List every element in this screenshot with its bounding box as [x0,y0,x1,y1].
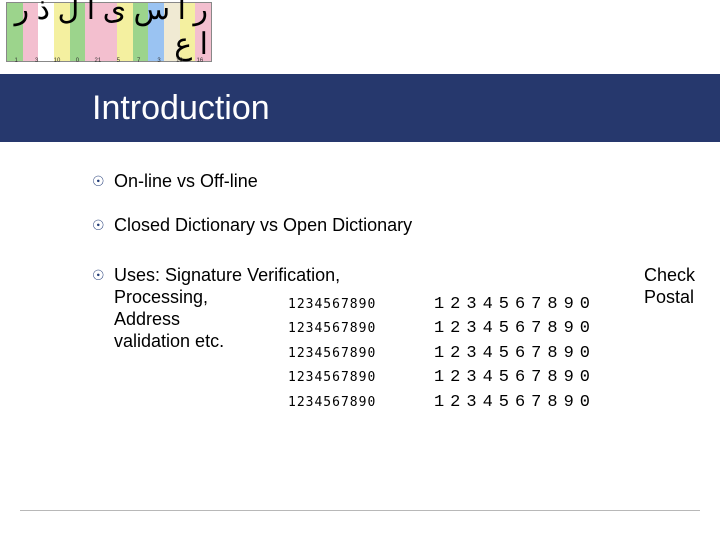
slide: ر ا س ى ا ل ذ ر ا ع 1 3 10 0 21 5 7 3 10… [0,0,720,540]
uses-line: Uses: Signature Verification, [114,264,454,286]
strip-scale-label: 21 [88,58,108,70]
digit-samples-image: 1234567890 1234567890 1234567890 1234567… [288,294,596,412]
digit-seg: 1234567890 [434,295,596,314]
strip-scale-label: 3 [26,58,46,70]
digit-dotted: 1234567890 [288,395,376,410]
strip-scale-label: 3 [149,58,169,70]
strip-scale-label: 1 [6,58,26,70]
page-title: Introduction [92,89,270,128]
bullet-list: ☉ On-line vs Off-line ☉ Closed Dictionar… [92,170,680,258]
title-bar: Introduction [0,74,720,142]
bullet-icon: ☉ [92,170,114,192]
digit-row: 1234567890 1234567890 [288,294,596,314]
bullet-icon: ☉ [92,214,114,236]
digit-seg: 1234567890 [434,319,596,338]
digit-seg: 1234567890 [434,393,596,412]
digit-row: 1234567890 1234567890 [288,368,596,388]
list-item-text: On-line vs Off-line [114,170,258,192]
strip-scale-label: 5 [108,58,128,70]
digit-seg: 1234567890 [434,344,596,363]
list-item: ☉ Closed Dictionary vs Open Dictionary [92,214,680,236]
uses-line: Postal [644,286,695,308]
list-item: ☉ On-line vs Off-line [92,170,680,192]
digit-dotted: 1234567890 [288,370,376,385]
digit-seg: 1234567890 [434,368,596,387]
digit-row: 1234567890 1234567890 [288,319,596,339]
strip-scale-labels: 1 3 10 0 21 5 7 3 10 16 [6,58,210,70]
bullet-icon: ☉ [92,264,114,286]
list-item-text: Closed Dictionary vs Open Dictionary [114,214,412,236]
strip-scale-label: 7 [128,58,148,70]
digit-dotted: 1234567890 [288,321,376,336]
strip-scale-label: 10 [47,58,67,70]
digit-dotted: 1234567890 [288,346,376,361]
digit-dotted: 1234567890 [288,297,376,312]
uses-right-text: Check Postal [644,264,695,308]
header-arabic-script: ر ا س ى ا ل ذ ر ا ع [8,4,208,50]
digit-row: 1234567890 1234567890 [288,343,596,363]
strip-scale-label: 16 [190,58,210,70]
footer-divider [20,510,700,511]
strip-scale-label: 0 [67,58,87,70]
uses-line: Check [644,264,695,286]
strip-scale-label: 10 [169,58,189,70]
digit-row: 1234567890 1234567890 [288,392,596,412]
